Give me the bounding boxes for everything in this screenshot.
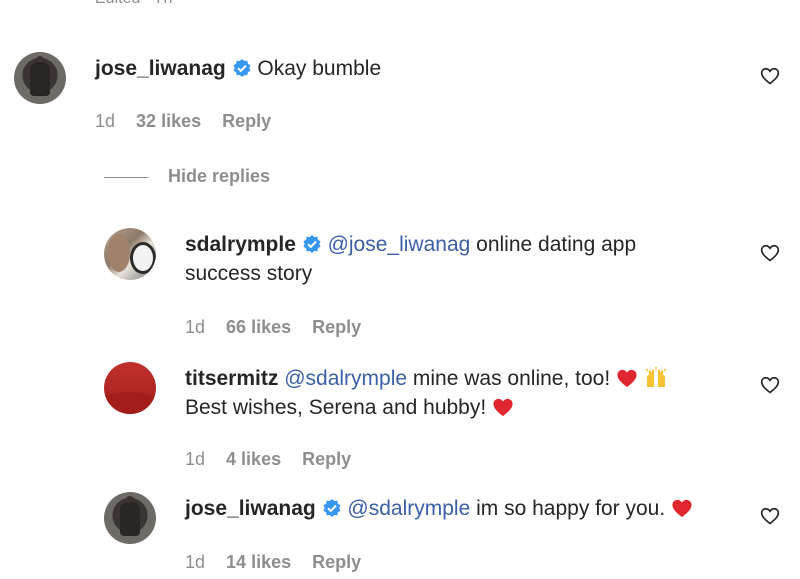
likes-count[interactable]: 4 likes (226, 449, 281, 469)
username[interactable]: jose_liwanag (185, 497, 316, 520)
comment-time: 1d (95, 111, 116, 131)
comment-text: Okay bumble (257, 57, 382, 80)
reply-comment: titsermitz @sdalrymple mine was online, … (185, 364, 668, 422)
likes-count[interactable]: 14 likes (226, 552, 291, 572)
comment-meta: 1d 4 likes Reply (185, 449, 367, 470)
heart-outline-icon[interactable] (760, 243, 780, 263)
likes-count[interactable]: 66 likes (226, 317, 291, 337)
comment-meta: 1d 66 likes Reply (185, 317, 377, 338)
heart-outline-icon[interactable] (760, 375, 780, 395)
mention-link[interactable]: @jose_liwanag (328, 233, 471, 256)
mention-link[interactable]: @sdalrymple (347, 497, 470, 520)
reply-button[interactable]: Reply (302, 449, 351, 469)
mention-link[interactable]: @sdalrymple (284, 367, 407, 390)
avatar-figure (120, 502, 140, 536)
heart-outline-icon[interactable] (760, 66, 780, 86)
comment-meta: 1d 14 likes Reply (185, 552, 377, 573)
comment-text: mine was online, too! (407, 367, 611, 390)
verified-badge-icon (303, 235, 321, 253)
comment-text-line2: Best wishes, Serena and hubby! (185, 396, 487, 419)
comment-time: 1d (185, 449, 206, 469)
verified-badge-icon (323, 499, 341, 517)
username[interactable]: sdalrymple (185, 233, 296, 256)
avatar[interactable] (14, 52, 66, 104)
avatar[interactable] (104, 492, 156, 544)
previous-comment-meta: Edited · 7h (95, 0, 172, 8)
reply-button[interactable]: Reply (312, 317, 361, 337)
likes-count[interactable]: 32 likes (136, 111, 201, 131)
comment-time: 1d (185, 552, 206, 572)
verified-badge-icon (233, 59, 251, 77)
comment-meta: 1d 32 likes Reply (95, 111, 287, 132)
comment-text: im so happy for you. (470, 497, 666, 520)
heart-outline-icon[interactable] (760, 506, 780, 526)
reply-button[interactable]: Reply (312, 552, 361, 572)
username[interactable]: jose_liwanag (95, 57, 226, 80)
avatar[interactable] (104, 228, 156, 280)
avatar-person (108, 234, 130, 272)
comment-text: online dating app (470, 233, 637, 256)
comment-time: 1d (185, 317, 206, 337)
avatar-figure (30, 62, 50, 96)
raising-hands-emoji (645, 367, 667, 387)
red-heart-emoji (672, 499, 692, 518)
hide-replies-button[interactable]: Hide replies (104, 166, 270, 187)
red-heart-emoji (493, 398, 513, 417)
avatar[interactable] (104, 362, 156, 414)
reply-button[interactable]: Reply (222, 111, 271, 131)
reply-comment: jose_liwanag @sdalrymple im so happy for… (185, 494, 693, 523)
red-heart-emoji (617, 369, 637, 388)
avatar-shape (104, 392, 156, 414)
username[interactable]: titsermitz (185, 367, 278, 390)
comment: jose_liwanag Okay bumble (95, 54, 381, 83)
hide-replies-label: Hide replies (168, 166, 271, 186)
comment-text-line2: success story (185, 262, 313, 285)
divider (104, 176, 148, 178)
avatar-dog (130, 242, 156, 274)
reply-comment: sdalrymple @jose_liwanag online dating a… (185, 230, 636, 288)
